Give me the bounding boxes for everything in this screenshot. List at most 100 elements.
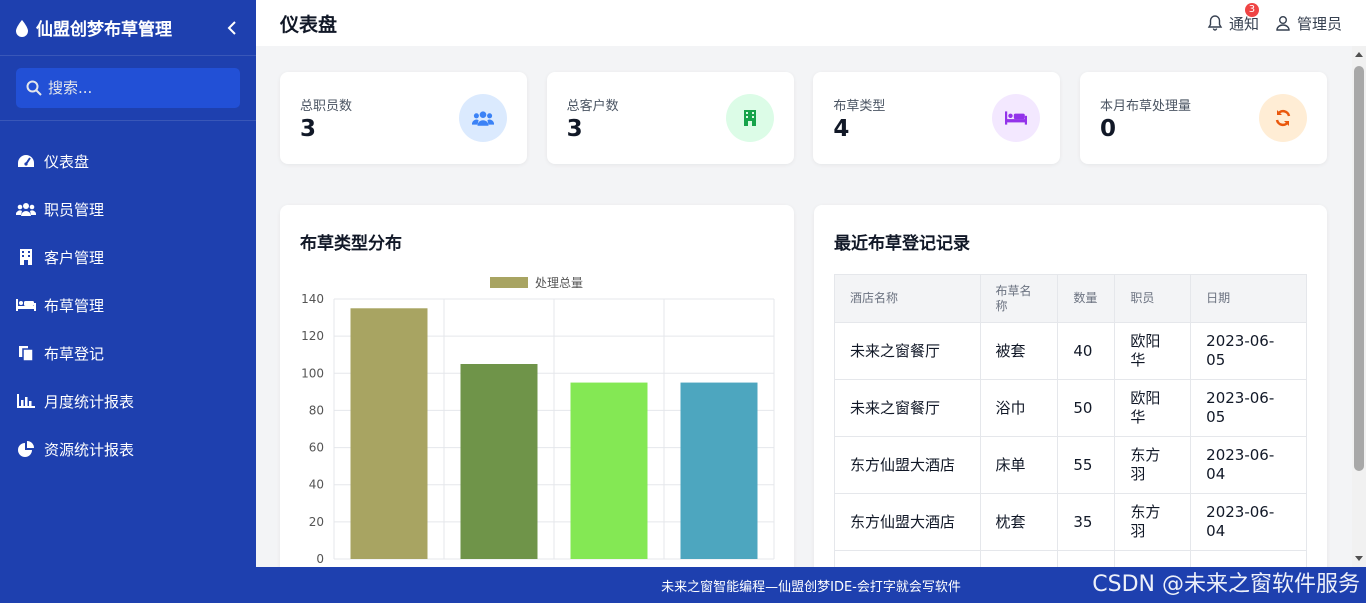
chart-panel-title: 布草类型分布 xyxy=(300,234,402,254)
sidebar-item-label: 客户管理 xyxy=(44,248,105,267)
sidebar-item-label: 布草登记 xyxy=(44,344,105,363)
y-tick-label: 100 xyxy=(301,366,324,380)
scroll-up-arrow-icon[interactable] xyxy=(1355,52,1363,57)
stat-card-linen-types: 布草类型 4 xyxy=(813,72,1061,164)
cell-qty: 40 xyxy=(1057,322,1116,380)
cell-hotel: 未来之窗餐厅 xyxy=(834,379,981,437)
chevron-left-icon[interactable] xyxy=(222,18,242,38)
column-header[interactable]: 布草名称 xyxy=(979,274,1059,323)
scrollbar-thumb[interactable] xyxy=(1354,66,1364,471)
stats-row: 总职员数 3 总客户数 3 布草类型 4 本月布草处理量 0 xyxy=(280,72,1327,164)
y-tick-label: 0 xyxy=(316,552,324,566)
y-tick-label: 120 xyxy=(301,329,324,343)
column-header[interactable]: 职员 xyxy=(1114,274,1192,323)
bar-chart-icon xyxy=(16,392,36,410)
bar xyxy=(570,382,648,559)
pie-chart-icon xyxy=(16,440,36,458)
column-header[interactable]: 数量 xyxy=(1057,274,1116,323)
bar xyxy=(680,382,758,559)
top-header: 仪表盘 通知 3 管理员 xyxy=(256,0,1366,46)
sidebar-item-resource-report[interactable]: 资源统计报表 xyxy=(0,425,256,473)
cell-hotel: 东方仙盟大酒店 xyxy=(834,493,981,551)
watermark: CSDN @未来之窗软件服务 xyxy=(1092,572,1360,597)
cell-staff: 东方羽 xyxy=(1114,436,1192,494)
legend-label: 处理总量 xyxy=(535,276,583,290)
stat-value: 4 xyxy=(833,115,850,142)
stat-label: 布草类型 xyxy=(833,98,886,114)
stat-card-monthly-processing: 本月布草处理量 0 xyxy=(1079,72,1327,164)
building-icon xyxy=(16,248,36,266)
bed-icon xyxy=(992,94,1041,142)
y-tick-label: 20 xyxy=(309,515,324,529)
sidebar: 仙盟创梦布草管理 仪表盘 职员管理 客户管理 xyxy=(0,0,256,603)
cell-qty: 55 xyxy=(1057,436,1116,494)
cell-staff: 欧阳华 xyxy=(1114,379,1192,437)
sidebar-item-label: 资源统计报表 xyxy=(44,440,135,459)
legend-swatch xyxy=(490,277,528,288)
user-menu-button[interactable]: 管理员 xyxy=(1275,13,1342,34)
cell-qty: 50 xyxy=(1057,379,1116,437)
search-container xyxy=(0,56,256,121)
sidebar-item-monthly-report[interactable]: 月度统计报表 xyxy=(0,377,256,425)
stat-value: 3 xyxy=(566,115,583,142)
stat-label: 总客户数 xyxy=(566,98,619,114)
cell-date: 2023-06-04 xyxy=(1190,436,1307,494)
notifications-button[interactable]: 通知 3 xyxy=(1207,2,1259,34)
table-row[interactable]: 未来之窗餐厅 浴巾 50 欧阳华 2023-06-05 xyxy=(834,379,1307,437)
sidebar-item-register[interactable]: 布草登记 xyxy=(0,329,256,377)
stat-value: 3 xyxy=(300,115,317,142)
cell-date: 2023-06-04 xyxy=(1190,493,1307,551)
bar xyxy=(350,308,428,559)
y-tick-label: 80 xyxy=(309,403,324,417)
page-scrollbar[interactable] xyxy=(1352,46,1366,567)
scroll-down-arrow-icon[interactable] xyxy=(1355,556,1363,561)
sidebar-item-label: 仪表盘 xyxy=(44,152,90,171)
footer-text: 未来之窗智能编程—仙盟创梦IDE-会打字就会写软件 xyxy=(661,579,961,595)
sidebar-item-linen[interactable]: 布草管理 xyxy=(0,281,256,329)
users-icon xyxy=(459,94,507,142)
cell-hotel: 未来之窗餐厅 xyxy=(834,322,981,380)
user-icon xyxy=(1276,16,1290,31)
column-header[interactable]: 酒店名称 xyxy=(834,274,981,323)
sidebar-item-staff[interactable]: 职员管理 xyxy=(0,185,256,233)
stat-card-staff: 总职员数 3 xyxy=(280,72,527,164)
sidebar-item-label: 布草管理 xyxy=(44,296,105,315)
refresh-icon xyxy=(1258,94,1307,142)
cell-hotel: 东方仙盟大酒店 xyxy=(834,436,981,494)
records-table: 酒店名称 布草名称 数量 职员 日期 未来之窗餐厅 被套 40 欧阳华 2023… xyxy=(834,274,1307,603)
cell-linen: 浴巾 xyxy=(979,379,1059,437)
copy-icon xyxy=(16,344,36,362)
cell-linen: 床单 xyxy=(979,436,1059,494)
search-box xyxy=(16,68,240,108)
stat-label: 总职员数 xyxy=(300,98,353,114)
page-title: 仪表盘 xyxy=(280,13,338,36)
cell-date: 2023-06-05 xyxy=(1190,322,1307,380)
bed-icon xyxy=(16,296,36,314)
user-label: 管理员 xyxy=(1296,14,1342,33)
cell-linen: 枕套 xyxy=(979,493,1059,551)
y-tick-label: 60 xyxy=(309,441,324,455)
table-row[interactable]: 东方仙盟大酒店 枕套 35 东方羽 2023-06-04 xyxy=(834,493,1307,551)
table-row[interactable]: 东方仙盟大酒店 床单 55 东方羽 2023-06-04 xyxy=(834,436,1307,494)
search-input[interactable] xyxy=(48,79,228,97)
users-icon xyxy=(16,200,36,218)
stat-card-customers: 总客户数 3 xyxy=(546,72,794,164)
search-icon xyxy=(26,80,42,96)
table-row[interactable]: 未来之窗餐厅 被套 40 欧阳华 2023-06-05 xyxy=(834,322,1307,380)
table-header-row: 酒店名称 布草名称 数量 职员 日期 xyxy=(834,274,1307,323)
sidebar-nav: 仪表盘 职员管理 客户管理 布草管理 布草登记 月度统计报表 资源统计报表 xyxy=(0,137,256,473)
stat-label: 本月布草处理量 xyxy=(1099,98,1191,114)
y-tick-label: 40 xyxy=(309,478,324,492)
bar-chart: 处理总量 0 20 40 60 80 100 120 140 xyxy=(301,276,775,566)
cell-date: 2023-06-05 xyxy=(1190,379,1307,437)
column-header[interactable]: 日期 xyxy=(1190,274,1307,323)
sidebar-item-dashboard[interactable]: 仪表盘 xyxy=(0,137,256,185)
droplet-icon xyxy=(16,19,28,37)
y-tick-label: 140 xyxy=(301,292,324,306)
cell-qty: 35 xyxy=(1057,493,1116,551)
app-title: 仙盟创梦布草管理 xyxy=(36,20,172,40)
sidebar-item-customers[interactable]: 客户管理 xyxy=(0,233,256,281)
sidebar-item-label: 职员管理 xyxy=(44,200,105,219)
dashboard-icon xyxy=(16,152,36,170)
bar xyxy=(460,364,538,559)
